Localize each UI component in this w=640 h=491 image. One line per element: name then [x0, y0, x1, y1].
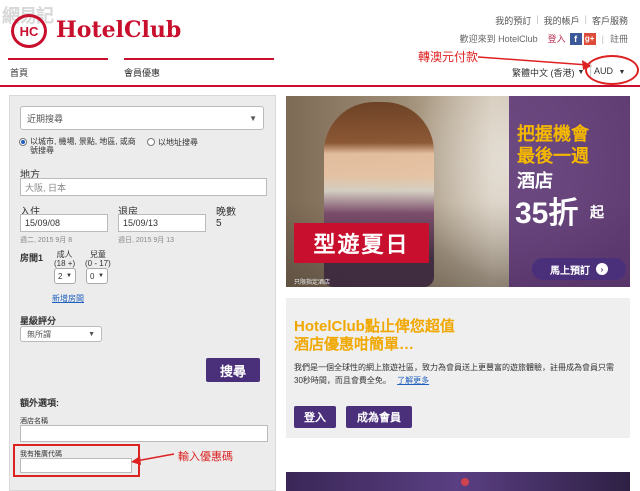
banner-discount: 35折 [515, 197, 579, 230]
logo-icon[interactable]: HC [11, 14, 47, 48]
destination-input[interactable]: 大阪, 日本 [20, 178, 267, 196]
banner-fine-print: 只限指定酒店 [294, 280, 331, 286]
facebook-icon[interactable]: f [569, 32, 582, 45]
currency-highlight-oval [585, 55, 639, 85]
membership-description: 我們是一個全球性的網上旅遊社區，致力為會員送上更豐富的遊旅體驗，註冊成為會員只需… [294, 361, 622, 387]
membership-section: HotelClub點止俾您超值 酒店優惠咁簡單… 我們是一個全球性的網上旅遊社區… [286, 298, 630, 438]
checkout-input[interactable]: 15/09/13 [118, 214, 206, 232]
adults-value: 2 [58, 271, 63, 281]
nav-accent-line [8, 58, 108, 60]
my-bookings-link[interactable]: 我的預訂 [495, 14, 531, 27]
checkout-date-text: 週日, 2015 9月 13 [118, 237, 175, 244]
login-link[interactable]: 登入 [548, 32, 566, 45]
search-mode-radios: 以城市, 機場, 景點, 地區, 或商 號搜尋 以地址搜尋 [19, 137, 198, 155]
adults-label: 成人 (18 +) [54, 250, 76, 268]
room-label: 房間1 [20, 253, 44, 263]
banner-headline-2: 最後一週 [517, 146, 589, 166]
radio-city-label: 以城市, 機場, 景點, 地區, 或商 號搜尋 [30, 137, 136, 155]
radio-city-option[interactable]: 以城市, 機場, 景點, 地區, 或商 號搜尋 [19, 137, 147, 155]
promo-annotation: 輸入優惠碼 [178, 451, 233, 463]
add-room-link[interactable]: 新增房間 [52, 293, 84, 304]
top-links: 我的預訂 | 我的帳戶 | 客戶服務 [495, 14, 628, 27]
recent-searches-select[interactable]: 近期搜尋 ▼ [20, 106, 264, 130]
nights-value: 5 [216, 218, 222, 229]
search-panel: 近期搜尋 ▼ 以城市, 機場, 景點, 地區, 或商 號搜尋 以地址搜尋 地方 … [9, 95, 276, 491]
radio-button-selected[interactable] [19, 138, 27, 146]
book-now-button[interactable]: 馬上預訂 › [532, 258, 626, 280]
recent-searches-value: 近期搜尋 [27, 113, 64, 124]
children-select[interactable]: 0 ▼ [86, 268, 108, 284]
banner-tagline: 型遊夏日 [294, 223, 429, 263]
nights-label: 晚數 [216, 207, 236, 218]
radio-button[interactable] [147, 138, 155, 146]
divider: | [536, 14, 539, 24]
children-value: 0 [90, 271, 95, 281]
my-account-link[interactable]: 我的帳戶 [544, 14, 580, 27]
hotel-name-input[interactable] [20, 425, 268, 442]
logo-text[interactable]: HotelClub [56, 17, 181, 43]
nav-accent-line [124, 58, 274, 60]
radio-address-option[interactable]: 以地址搜尋 [147, 137, 198, 155]
chevron-down-icon: ▼ [98, 273, 104, 279]
welcome-text: 歡迎來到 HotelClub [459, 34, 538, 44]
divider: | [584, 14, 587, 24]
chevron-down-icon: ▼ [249, 113, 257, 123]
banner-light [461, 478, 469, 486]
checkin-input[interactable]: 15/09/08 [20, 214, 108, 232]
nav-home[interactable]: 首頁 [10, 66, 28, 79]
chevron-right-icon: › [596, 263, 608, 275]
membership-title-2: 酒店優惠咁簡單… [294, 336, 415, 353]
search-button[interactable]: 搜尋 [206, 358, 260, 382]
star-rating-value: 無所謂 [27, 329, 51, 339]
join-member-button[interactable]: 成為會員 [346, 406, 412, 428]
divider: | [601, 33, 604, 44]
checkin-date-text: 週二, 2015 9月 8 [20, 237, 73, 244]
customer-service-link[interactable]: 客戶服務 [592, 14, 628, 27]
promo-code-input[interactable] [20, 458, 132, 473]
header-rule [0, 85, 640, 87]
radio-address-label: 以地址搜尋 [158, 138, 198, 147]
chevron-down-icon: ▼ [66, 273, 72, 279]
promo-annotation-arrow [131, 453, 175, 465]
learn-more-link[interactable]: 了解更多 [397, 376, 429, 385]
nav-member-deals[interactable]: 會員優惠 [124, 66, 160, 79]
chevron-down-icon: ▼ [577, 69, 585, 76]
nav-accent-lines [8, 58, 278, 60]
extra-options-label: 額外選項: [20, 398, 59, 408]
adults-select[interactable]: 2 ▼ [54, 268, 76, 284]
membership-body-text: 我們是一個全球性的網上旅遊社區，致力為會員送上更豐富的遊旅體驗，註冊成為會員只需… [294, 363, 614, 385]
language-selector[interactable]: 繁體中文 (香港) ▼ [512, 66, 584, 79]
book-now-label: 馬上預訂 [550, 265, 590, 277]
google-plus-icon[interactable]: g+ [583, 32, 596, 45]
language-value: 繁體中文 (香港) [512, 68, 575, 78]
banner-discount-suffix: 起 [590, 204, 604, 220]
children-label: 兒童 (0 - 17) [85, 250, 111, 268]
member-login-button[interactable]: 登入 [294, 406, 336, 428]
site-header: 網易記 HC HotelClub 我的預訂 | 我的帳戶 | 客戶服務 歡迎來到… [0, 0, 640, 87]
promo-banner[interactable]: 把握機會 最後一週 酒店 35折 起 型遊夏日 馬上預訂 › 只限指定酒店 [286, 96, 630, 287]
currency-annotation: 轉澳元付款 [418, 50, 479, 64]
welcome-bar: 歡迎來到 HotelClub 登入 f g+ | 註冊 [460, 32, 628, 45]
star-rating-select[interactable]: 無所謂 ▼ [20, 326, 102, 342]
secondary-banner[interactable] [286, 472, 630, 491]
register-link[interactable]: 註冊 [610, 32, 628, 45]
chevron-down-icon: ▼ [88, 330, 95, 338]
